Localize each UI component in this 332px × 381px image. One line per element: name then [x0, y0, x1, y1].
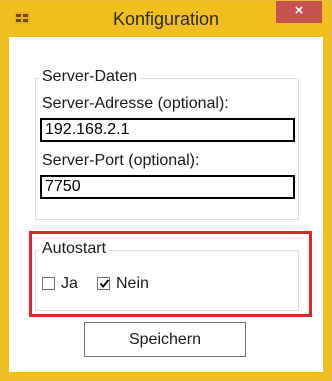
- config-window: Konfiguration × Server-Daten Server-Adre…: [0, 0, 332, 381]
- server-address-input[interactable]: [40, 118, 295, 142]
- server-address-label: Server-Adresse (optional):: [42, 95, 229, 112]
- server-port-label: Server-Port (optional):: [42, 152, 200, 169]
- server-port-input[interactable]: [40, 175, 295, 199]
- highlight-frame: [29, 231, 312, 317]
- server-data-legend: Server-Daten: [39, 68, 141, 86]
- save-button[interactable]: Speichern: [84, 322, 246, 357]
- close-icon: ×: [294, 2, 304, 19]
- dialog-body: Server-Daten Server-Adresse (optional): …: [9, 37, 323, 372]
- title-bar[interactable]: Konfiguration ×: [1, 1, 331, 37]
- close-button[interactable]: ×: [276, 1, 322, 23]
